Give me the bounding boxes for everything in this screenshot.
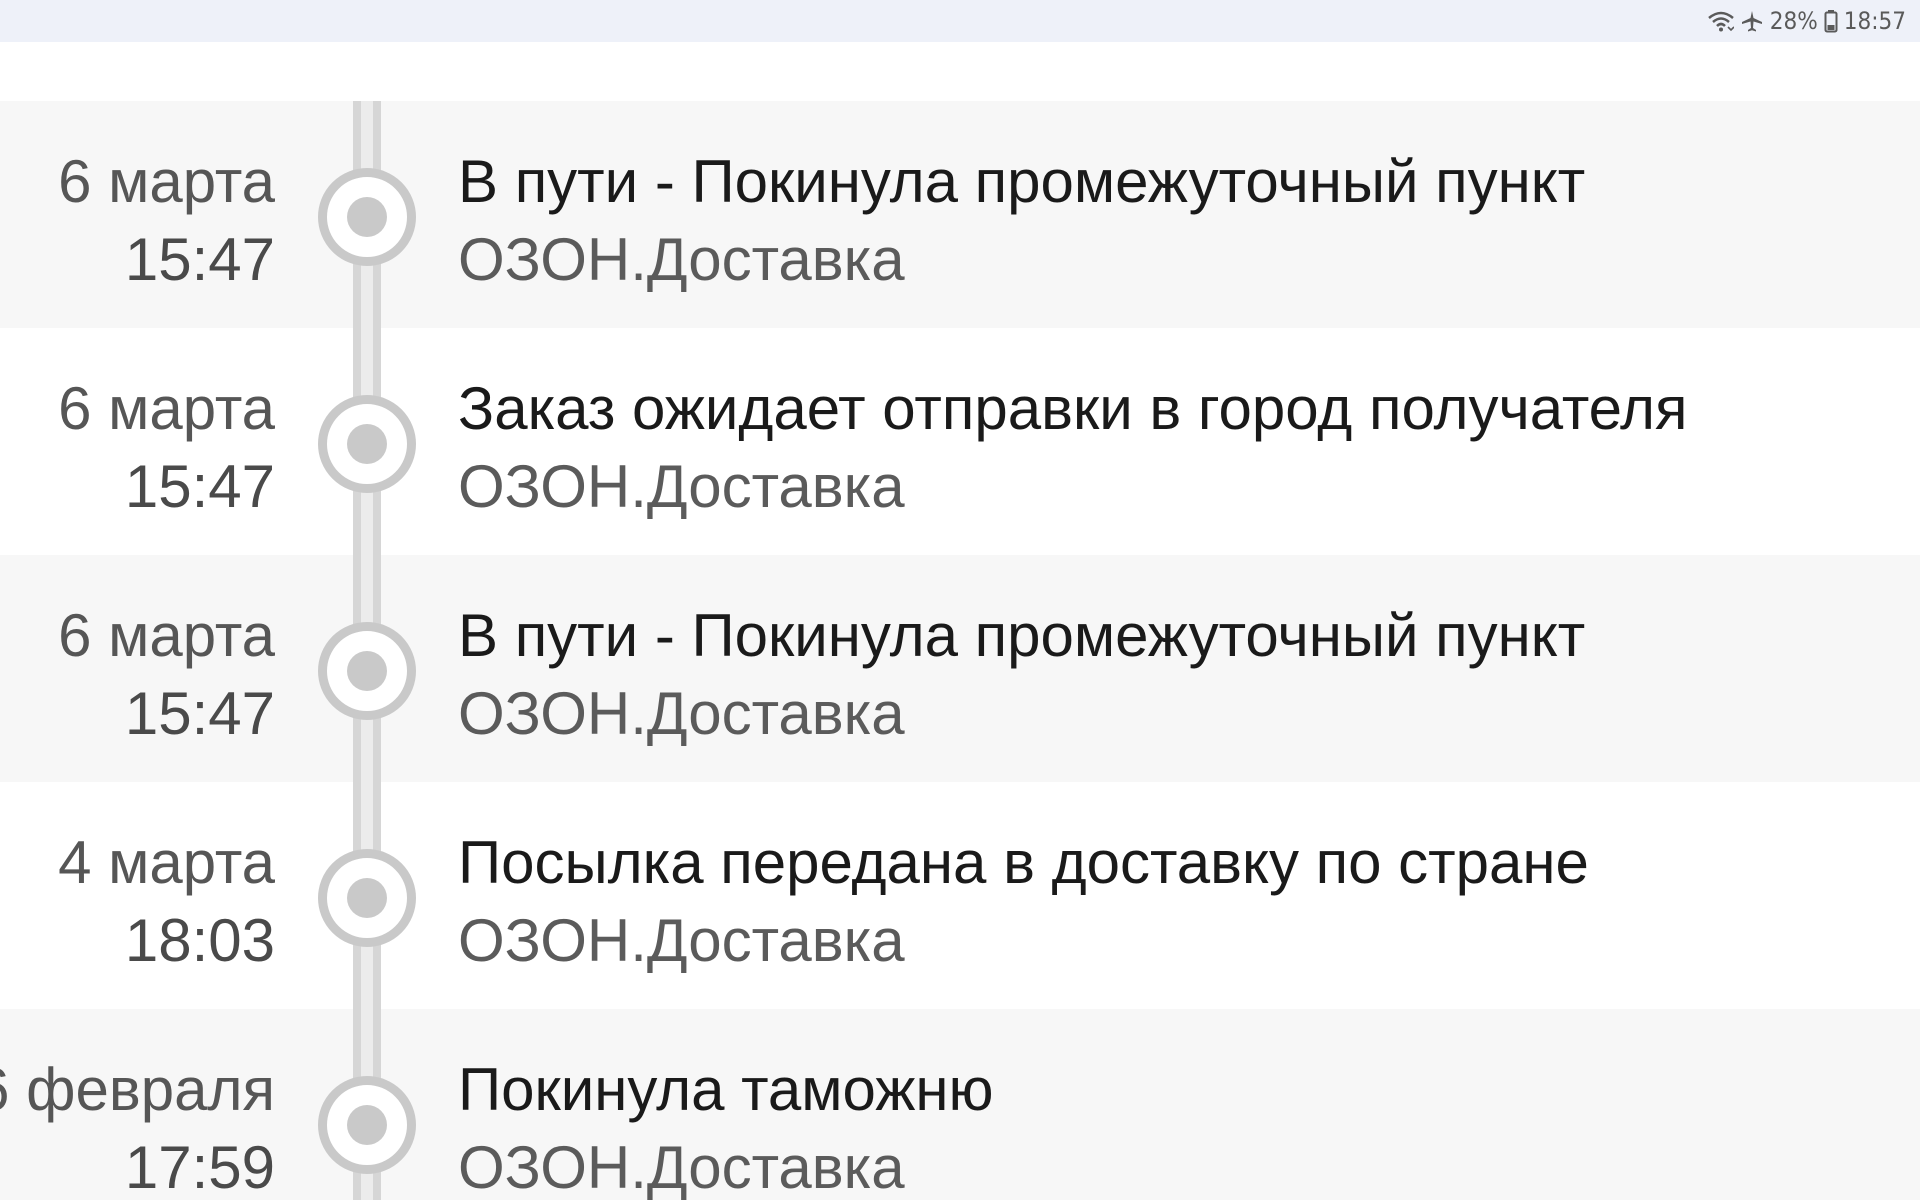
- event-carrier: ОЗОН.Доставка: [458, 907, 905, 974]
- timeline-event[interactable]: 6 марта 15:47 Заказ ожидает отправки в г…: [0, 328, 1920, 555]
- event-time: 15:47: [124, 226, 275, 293]
- status-indicators: 28% 18:57: [1707, 0, 1906, 42]
- wifi-icon: [1707, 10, 1734, 32]
- event-datetime: 6 марта 15:47: [58, 143, 275, 299]
- tracking-timeline: 6 марта 15:47 В пути - Покинула промежут…: [0, 101, 1920, 1200]
- event-date: 4 марта: [58, 829, 275, 896]
- event-date: 26 февраля: [0, 1056, 275, 1123]
- event-info: В пути - Покинула промежуточный пункт ОЗ…: [458, 143, 1585, 299]
- event-info: Заказ ожидает отправки в город получател…: [458, 370, 1688, 526]
- event-carrier: ОЗОН.Доставка: [458, 680, 905, 747]
- event-datetime: 6 марта 15:47: [58, 370, 275, 526]
- event-info: Посылка передана в доставку по стране ОЗ…: [458, 824, 1589, 980]
- event-time: 18:03: [124, 907, 275, 974]
- status-bar: 28% 18:57: [0, 0, 1920, 42]
- event-carrier: ОЗОН.Доставка: [458, 453, 905, 520]
- timeline-node-icon: [318, 622, 416, 720]
- event-status: Заказ ожидает отправки в город получател…: [458, 375, 1688, 442]
- timeline-event[interactable]: 26 февраля 17:59 Покинула таможню ОЗОН.Д…: [0, 1009, 1920, 1200]
- event-status: В пути - Покинула промежуточный пункт: [458, 602, 1586, 669]
- battery-percent: 28%: [1769, 7, 1818, 35]
- timeline-node-icon: [318, 849, 416, 947]
- event-datetime: 4 марта 18:03: [58, 824, 275, 980]
- event-datetime: 6 марта 15:47: [58, 597, 275, 753]
- event-time: 17:59: [124, 1134, 275, 1200]
- event-date: 6 марта: [58, 375, 275, 442]
- event-info: В пути - Покинула промежуточный пункт ОЗ…: [458, 597, 1585, 753]
- battery-icon: [1824, 9, 1838, 33]
- airplane-icon: [1740, 9, 1764, 33]
- event-date: 6 марта: [58, 602, 275, 669]
- event-carrier: ОЗОН.Доставка: [458, 226, 905, 293]
- event-status: В пути - Покинула промежуточный пункт: [458, 148, 1586, 215]
- event-time: 15:47: [124, 453, 275, 520]
- clock: 18:57: [1843, 7, 1906, 35]
- event-status: Покинула таможню: [458, 1056, 994, 1123]
- timeline-node-icon: [318, 168, 416, 266]
- timeline-event[interactable]: 6 марта 15:47 В пути - Покинула промежут…: [0, 555, 1920, 782]
- event-datetime: 26 февраля 17:59: [0, 1051, 275, 1200]
- event-status: Посылка передана в доставку по стране: [458, 829, 1589, 896]
- event-time: 15:47: [124, 680, 275, 747]
- timeline-event[interactable]: 4 марта 18:03 Посылка передана в доставк…: [0, 782, 1920, 1009]
- event-info: Покинула таможню ОЗОН.Доставка: [458, 1051, 994, 1200]
- timeline-node-icon: [318, 1076, 416, 1174]
- timeline-node-icon: [318, 395, 416, 493]
- timeline-event[interactable]: 6 марта 15:47 В пути - Покинула промежут…: [0, 101, 1920, 328]
- event-carrier: ОЗОН.Доставка: [458, 1134, 905, 1200]
- event-date: 6 марта: [58, 148, 275, 215]
